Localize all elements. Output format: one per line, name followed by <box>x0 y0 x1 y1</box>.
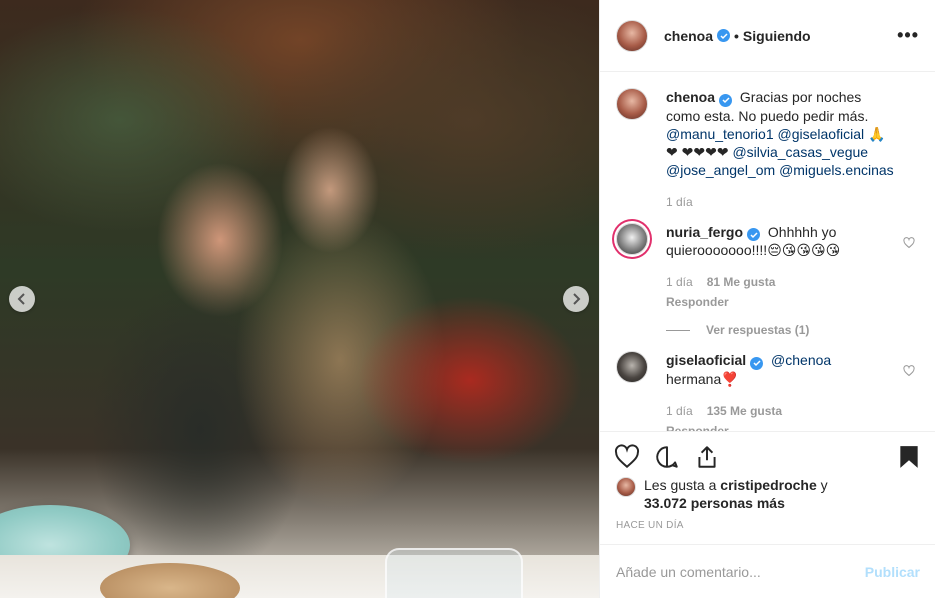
heart-icon[interactable] <box>614 443 640 470</box>
following-button[interactable]: Siguiendo <box>743 28 811 44</box>
share-icon[interactable] <box>694 444 720 470</box>
liker-username[interactable]: cristipedroche <box>720 477 816 493</box>
caption: chenoa Gracias por noches como esta. No … <box>616 88 919 211</box>
comment-meta: 1 día 135 Me gusta Responder <box>666 402 894 433</box>
reply-button[interactable]: Responder <box>666 293 894 311</box>
comment-meta: 1 día 81 Me gusta Responder <box>666 273 894 311</box>
likes-summary: Les gusta a cristipedroche y 33.072 pers… <box>616 476 916 512</box>
post-header: chenoa • Siguiendo ••• <box>600 0 935 72</box>
mention-link[interactable]: @manu_tenorio1 <box>666 126 774 142</box>
mention-link[interactable]: @miguels.encinas <box>779 162 894 178</box>
mention-link[interactable]: @jose_angel_om <box>666 162 775 178</box>
post-timestamp[interactable]: HACE UN DÍA <box>616 520 684 531</box>
commenter-avatar[interactable] <box>616 222 648 255</box>
view-replies-button[interactable]: Ver respuestas (1) <box>666 323 919 337</box>
like-comment-heart-icon[interactable] <box>903 365 915 377</box>
caption-username[interactable]: chenoa <box>666 89 733 107</box>
caption-avatar[interactable] <box>616 88 648 120</box>
comment-item: giselaoficial @chenoa hermana❣️ 1 día 135… <box>616 351 919 432</box>
mention-link[interactable]: @giselaoficial <box>778 126 865 142</box>
caption-time[interactable]: 1 día <box>666 195 693 209</box>
verified-badge-icon <box>747 228 761 241</box>
commenter-avatar[interactable] <box>616 351 648 383</box>
view-replies-label: Ver respuestas (1) <box>706 323 810 337</box>
verified-badge-icon <box>719 93 733 107</box>
comment-text: hermana❣️ <box>666 370 739 387</box>
chevron-left-icon <box>17 293 25 305</box>
add-comment-bar: Publicar <box>600 544 935 598</box>
post-panel: chenoa • Siguiendo ••• chenoa Gracias po… <box>599 0 935 598</box>
publish-button[interactable]: Publicar <box>865 564 920 580</box>
comment-item: nuria_fergo Ohhhhh yo quierooooooo!!!!😔😘… <box>616 222 919 312</box>
liker-avatar[interactable] <box>616 477 636 497</box>
likes-count[interactable]: 33.072 personas más <box>644 495 785 511</box>
comment-time[interactable]: 1 día <box>666 404 693 418</box>
photo-glass <box>385 548 523 598</box>
more-options-icon[interactable]: ••• <box>897 25 919 46</box>
author-username[interactable]: chenoa <box>664 28 713 44</box>
comment-icon[interactable] <box>654 444 680 470</box>
comment-input[interactable] <box>616 563 865 580</box>
header-separator: • <box>734 27 739 44</box>
likes-prefix: Les gusta a <box>644 477 717 493</box>
comment-username[interactable]: giselaoficial <box>666 352 764 370</box>
replies-divider <box>666 329 690 331</box>
comments-list[interactable]: chenoa Gracias por noches como esta. No … <box>600 72 935 432</box>
caption-meta: 1 día <box>666 193 894 211</box>
next-photo-button[interactable] <box>563 286 589 312</box>
comment-username[interactable]: nuria_fergo <box>666 224 761 241</box>
previous-photo-button[interactable] <box>9 286 35 312</box>
mention-link[interactable]: @chenoa <box>771 352 831 368</box>
post-photo[interactable] <box>0 0 599 598</box>
caption-emoji: ❤❤❤❤ <box>681 143 729 160</box>
chevron-right-icon <box>573 293 581 305</box>
comment-likes[interactable]: 135 Me gusta <box>707 404 782 418</box>
like-comment-heart-icon[interactable] <box>903 236 915 249</box>
author-avatar[interactable] <box>616 19 648 52</box>
likes-joiner: y <box>820 477 828 493</box>
comment-time[interactable]: 1 día <box>666 275 693 289</box>
verified-badge-icon <box>717 29 731 42</box>
post-actions <box>600 431 935 481</box>
bookmark-icon[interactable] <box>896 444 922 470</box>
comment-likes[interactable]: 81 Me gusta <box>707 275 776 289</box>
verified-badge-icon <box>750 356 764 370</box>
post-modal: chenoa • Siguiendo ••• chenoa Gracias po… <box>0 0 935 598</box>
mention-link[interactable]: @silvia_casas_vegue <box>732 144 868 160</box>
